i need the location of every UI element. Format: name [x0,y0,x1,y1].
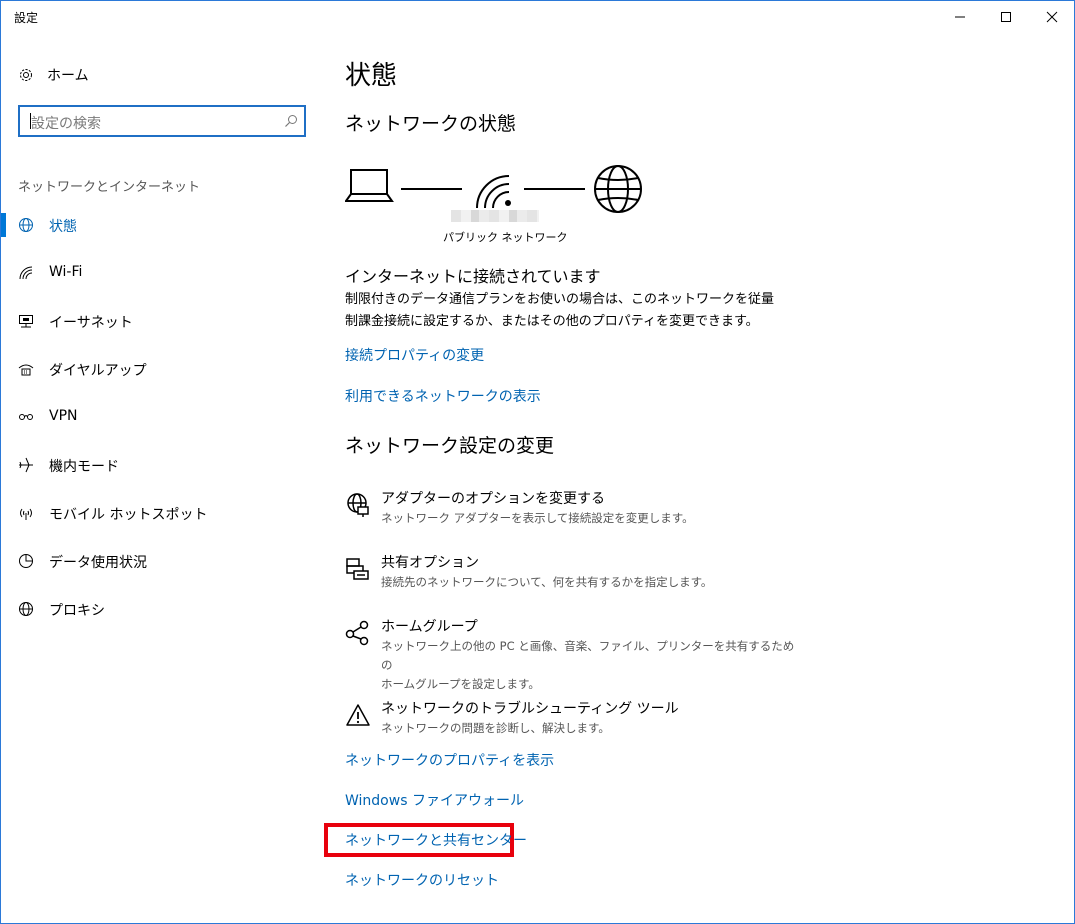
description-line: 制限付きのデータ通信プランをお使いの場合は、このネットワークを従量 [345,292,775,307]
minimize-button[interactable] [937,1,983,33]
hotspot-icon [20,508,32,520]
view-network-properties-link[interactable]: ネットワークのプロパティを表示 [345,750,554,770]
network-reset-link[interactable]: ネットワークのリセット [345,870,499,890]
windows-firewall-link[interactable]: Windows ファイアウォール [345,790,524,810]
troubleshooter-item[interactable]: ネットワークのトラブルシューティング ツール ネットワークの問題を診断し、解決し… [345,698,845,742]
home-nav-item[interactable]: ホーム [18,63,89,87]
window-title: 設定 [14,11,39,25]
dialup-icon [18,364,34,376]
network-name-redacted [451,210,539,222]
connection-status-description: 制限付きのデータ通信プランをお使いの場合は、このネットワークを従量 制課金接続に… [345,289,775,333]
option-description: ネットワークの問題を診断し、解決します。 [381,721,610,735]
description-line: 制課金接続に設定するか、またはその他のプロパティを変更できます。 [345,314,759,329]
wifi-signal-icon [476,175,511,209]
adapter-options-item[interactable]: アダプターのオプションを変更する ネットワーク アダプターを表示して接続設定を変… [345,488,845,532]
active-indicator [1,213,6,237]
sidebar-item-label: モバイル ホットスポット [49,507,208,523]
warning-icon [346,704,370,726]
sidebar-item-proxy[interactable]: プロキシ [1,589,321,629]
sidebar-item-airplane[interactable]: 機内モード [1,445,321,485]
sidebar-item-status[interactable]: 状態 [1,205,321,245]
sidebar-item-data-usage[interactable]: データ使用状況 [1,541,321,581]
option-description: ネットワーク アダプターを表示して接続設定を変更します。 [381,511,694,525]
sidebar-item-label: VPN [49,408,78,424]
minimize-icon [955,16,965,18]
internet-globe-icon [594,165,642,213]
main-content: 状態 ネットワークの状態 パブリック ネットワーク インターネットに接続されてい… [324,33,1065,923]
proxy-globe-icon [19,602,33,616]
option-title: アダプターのオプションを変更する [381,491,605,507]
network-status-heading: ネットワークの状態 [345,113,517,135]
option-title: 共有オプション [381,555,479,571]
data-usage-icon [19,554,33,568]
sidebar-item-hotspot[interactable]: モバイル ホットスポット [1,493,321,533]
connection-status-title: インターネットに接続されています [345,267,601,286]
sidebar-item-label: データ使用状況 [49,555,147,571]
sidebar-item-label: イーサネット [49,315,133,331]
home-label: ホーム [47,68,89,84]
sidebar-item-vpn[interactable]: VPN [1,397,321,437]
sharing-options-item[interactable]: 共有オプション 接続先のネットワークについて、何を共有するかを指定します。 [345,552,845,596]
globe-status-icon [19,218,33,232]
change-connection-properties-link[interactable]: 接続プロパティの変更 [345,345,484,365]
maximize-button[interactable] [983,1,1029,33]
sidebar-item-label: 機内モード [49,459,119,475]
option-description: ネットワーク上の他の PC と画像、音楽、ファイル、プリンターを共有するための … [381,637,801,694]
change-settings-heading: ネットワーク設定の変更 [345,435,555,457]
sidebar-item-label: 状態 [49,219,77,235]
gear-icon [20,69,32,81]
description-line: ネットワーク上の他の PC と画像、音楽、ファイル、プリンターを共有するための [381,639,795,672]
homegroup-item[interactable]: ホームグループ ネットワーク上の他の PC と画像、音楽、ファイル、プリンターを… [345,616,845,691]
settings-window: 設定 ホーム 設定の検索 ネットワークとインターネット 状態 Wi-Fi イーサ… [0,0,1075,924]
wifi-icon [19,266,33,280]
maximize-icon [1001,12,1011,22]
sidebar: ホーム 設定の検索 ネットワークとインターネット 状態 Wi-Fi イーサネット… [1,33,321,923]
homegroup-icon [345,620,369,646]
search-placeholder: 設定の検索 [31,116,101,132]
option-title: ネットワークのトラブルシューティング ツール [381,701,679,717]
title-bar: 設定 [1,1,1074,33]
airplane-icon [19,457,33,473]
sidebar-group-label: ネットワークとインターネット [18,180,201,195]
close-icon [1046,11,1058,23]
sidebar-item-label: プロキシ [49,603,105,619]
adapter-icon [347,493,369,517]
option-description: 接続先のネットワークについて、何を共有するかを指定します。 [381,575,713,589]
page-title: 状態 [345,61,398,91]
sidebar-item-label: Wi-Fi [49,264,83,280]
option-title: ホームグループ [381,619,478,635]
show-available-networks-link[interactable]: 利用できるネットワークの表示 [345,386,541,406]
sidebar-item-dialup[interactable]: ダイヤルアップ [1,349,321,389]
ethernet-icon [19,315,33,328]
search-input[interactable]: 設定の検索 [18,105,306,137]
sharing-icon [346,558,369,580]
description-line: ホームグループを設定します。 [381,677,540,691]
search-icon[interactable] [284,114,298,128]
close-button[interactable] [1029,1,1075,33]
sidebar-item-wifi[interactable]: Wi-Fi [1,253,321,293]
sidebar-item-label: ダイヤルアップ [49,363,147,379]
vpn-icon [19,414,33,420]
network-type-label: パブリック ネットワーク [443,231,568,244]
network-sharing-center-link[interactable]: ネットワークと共有センター [345,830,527,850]
laptop-icon [345,169,394,202]
sidebar-item-ethernet[interactable]: イーサネット [1,301,321,341]
